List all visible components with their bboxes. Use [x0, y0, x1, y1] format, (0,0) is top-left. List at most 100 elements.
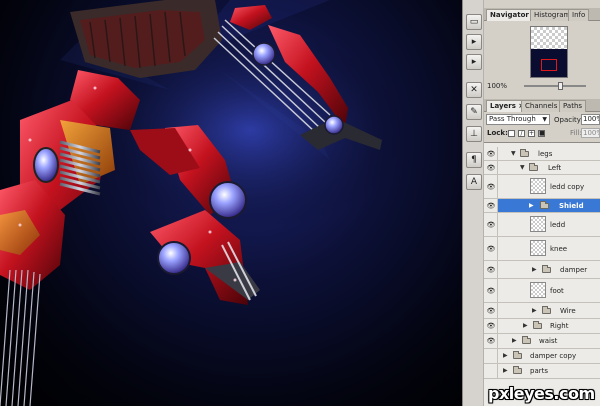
folder-icon: [520, 148, 529, 157]
character-icon[interactable]: A: [466, 174, 482, 190]
layer-row[interactable]: 👁 ledd copy: [484, 175, 600, 199]
zoom-value[interactable]: 100%: [487, 82, 507, 90]
arrow-icon[interactable]: ▸: [466, 34, 482, 50]
tab-info[interactable]: Info: [568, 9, 590, 21]
layer-row[interactable]: 👁 ▶ Right: [484, 319, 600, 334]
layer-row[interactable]: 👁 ▶ waist: [484, 334, 600, 349]
layer-row[interactable]: ▶ damper copy: [484, 349, 600, 364]
layer-name: damper copy: [530, 352, 577, 360]
layer-thumbnail: [530, 216, 546, 232]
fill-input[interactable]: 100%: [581, 128, 600, 138]
visibility-toggle-off[interactable]: [486, 352, 496, 360]
layer-thumbnail: [530, 178, 546, 194]
stamp-icon[interactable]: ⊥: [466, 126, 482, 142]
visibility-eye-icon[interactable]: 👁: [486, 221, 496, 229]
view-box[interactable]: [541, 59, 557, 71]
zoom-slider-handle[interactable]: [558, 82, 563, 90]
blend-mode-select[interactable]: Pass Through ▼: [486, 114, 550, 125]
visibility-eye-icon[interactable]: 👁: [486, 307, 496, 315]
document-canvas[interactable]: [0, 0, 462, 406]
visibility-eye-icon[interactable]: 👁: [486, 183, 496, 191]
lock-row: Lock: / + ■ Fill: 100%: [484, 127, 600, 139]
layer-row[interactable]: 👁 ▶ Wire: [484, 303, 600, 319]
layer-row-selected[interactable]: 👁 ▶ Shield: [484, 199, 600, 213]
folder-icon: [529, 162, 538, 171]
layer-name: foot: [550, 286, 564, 295]
opacity-input[interactable]: 100%: [581, 114, 600, 125]
blend-mode-value: Pass Through: [489, 115, 536, 123]
watermark-logo: pxleyes.com: [488, 384, 595, 403]
chevron-right-icon[interactable]: ▶: [503, 367, 508, 375]
layer-name: knee: [550, 244, 568, 253]
zoom-slider[interactable]: [524, 85, 586, 87]
layer-row[interactable]: 👁 foot: [484, 279, 600, 303]
visibility-eye-icon[interactable]: 👁: [486, 245, 496, 253]
tab-channels[interactable]: Channels: [521, 100, 562, 112]
brush-icon[interactable]: ✎: [466, 104, 482, 120]
folder-icon: [540, 200, 549, 209]
chevron-down-icon: ▼: [542, 116, 547, 123]
visibility-eye-icon[interactable]: 👁: [486, 202, 496, 210]
panel-dock: Navigator × Histogram Info 100% Layers ×…: [484, 0, 600, 406]
navigator-preview[interactable]: [530, 26, 568, 78]
layer-name: Wire: [560, 306, 576, 315]
chevron-right-icon[interactable]: ▶: [512, 337, 517, 345]
chevron-right-icon[interactable]: ▶: [523, 322, 528, 330]
layer-thumbnail: [530, 282, 546, 298]
tools-icon[interactable]: ✕: [466, 82, 482, 98]
layer-row[interactable]: 👁 knee: [484, 237, 600, 261]
visibility-eye-icon[interactable]: 👁: [486, 337, 496, 345]
lock-transparency-icon[interactable]: [508, 130, 515, 137]
folder-icon: [513, 351, 522, 359]
layer-name: Left: [548, 163, 562, 172]
layer-thumbnail: [530, 240, 546, 256]
layer-row[interactable]: ▶ parts: [484, 364, 600, 379]
visibility-eye-icon[interactable]: 👁: [486, 150, 496, 158]
lock-label: Lock:: [487, 129, 508, 137]
visibility-toggle-off[interactable]: [486, 367, 496, 375]
tool-strip: ▭ ▸ ▸ ✕ ✎ ⊥ ¶ A: [462, 0, 484, 406]
layer-row[interactable]: 👁 ▼ Left: [484, 161, 600, 175]
layer-name: ledd copy: [550, 182, 585, 191]
layer-name: Shield: [559, 201, 584, 210]
chevron-down-icon[interactable]: ▼: [511, 150, 516, 158]
layer-name: Right: [550, 322, 569, 330]
blend-row: Pass Through ▼ Opacity: 100%: [484, 113, 600, 126]
visibility-eye-icon[interactable]: 👁: [486, 287, 496, 295]
arrow-icon[interactable]: ▸: [466, 54, 482, 70]
chevron-right-icon[interactable]: ▶: [503, 352, 508, 360]
lock-position-icon[interactable]: +: [528, 130, 535, 137]
layer-name: ledd: [550, 220, 566, 229]
paragraph-icon[interactable]: ¶: [466, 152, 482, 168]
lock-all-icon[interactable]: ■: [538, 130, 545, 137]
chevron-right-icon[interactable]: ▶: [532, 307, 537, 315]
robot-artwork: [0, 0, 410, 406]
layers-list: 👁 ▼ legs 👁 ▼ Left 👁 ledd copy 👁 ▶ Shield…: [484, 142, 600, 406]
folder-icon: [533, 321, 542, 329]
layer-row[interactable]: 👁 ledd: [484, 213, 600, 237]
folder-icon: [542, 305, 551, 314]
layer-row[interactable]: 👁 ▶ damper: [484, 261, 600, 279]
layer-name: parts: [530, 367, 549, 375]
folder-icon: [513, 366, 522, 374]
tab-paths[interactable]: Paths: [559, 100, 587, 112]
visibility-eye-icon[interactable]: 👁: [486, 322, 496, 330]
chevron-right-icon[interactable]: ▶: [529, 202, 534, 210]
chevron-down-icon[interactable]: ▼: [520, 164, 525, 172]
layers-tabs: Layers × Channels Paths: [484, 99, 600, 112]
zoom-row: 100%: [484, 81, 600, 92]
visibility-eye-icon[interactable]: 👁: [486, 164, 496, 172]
folder-icon: [522, 336, 531, 344]
folder-icon: [542, 264, 551, 273]
fill-label: Fill:: [570, 129, 582, 137]
visibility-eye-icon[interactable]: 👁: [486, 266, 496, 274]
layer-name: waist: [539, 337, 558, 345]
navigator-tabs: Navigator × Histogram Info: [484, 8, 600, 21]
opacity-label: Opacity:: [554, 116, 583, 124]
layer-name: legs: [538, 149, 553, 158]
chevron-right-icon[interactable]: ▶: [532, 266, 537, 274]
layer-row[interactable]: 👁 ▼ legs: [484, 147, 600, 161]
layer-name: damper: [560, 265, 588, 274]
lock-pixels-icon[interactable]: /: [518, 130, 525, 137]
rectangle-icon[interactable]: ▭: [466, 14, 482, 30]
